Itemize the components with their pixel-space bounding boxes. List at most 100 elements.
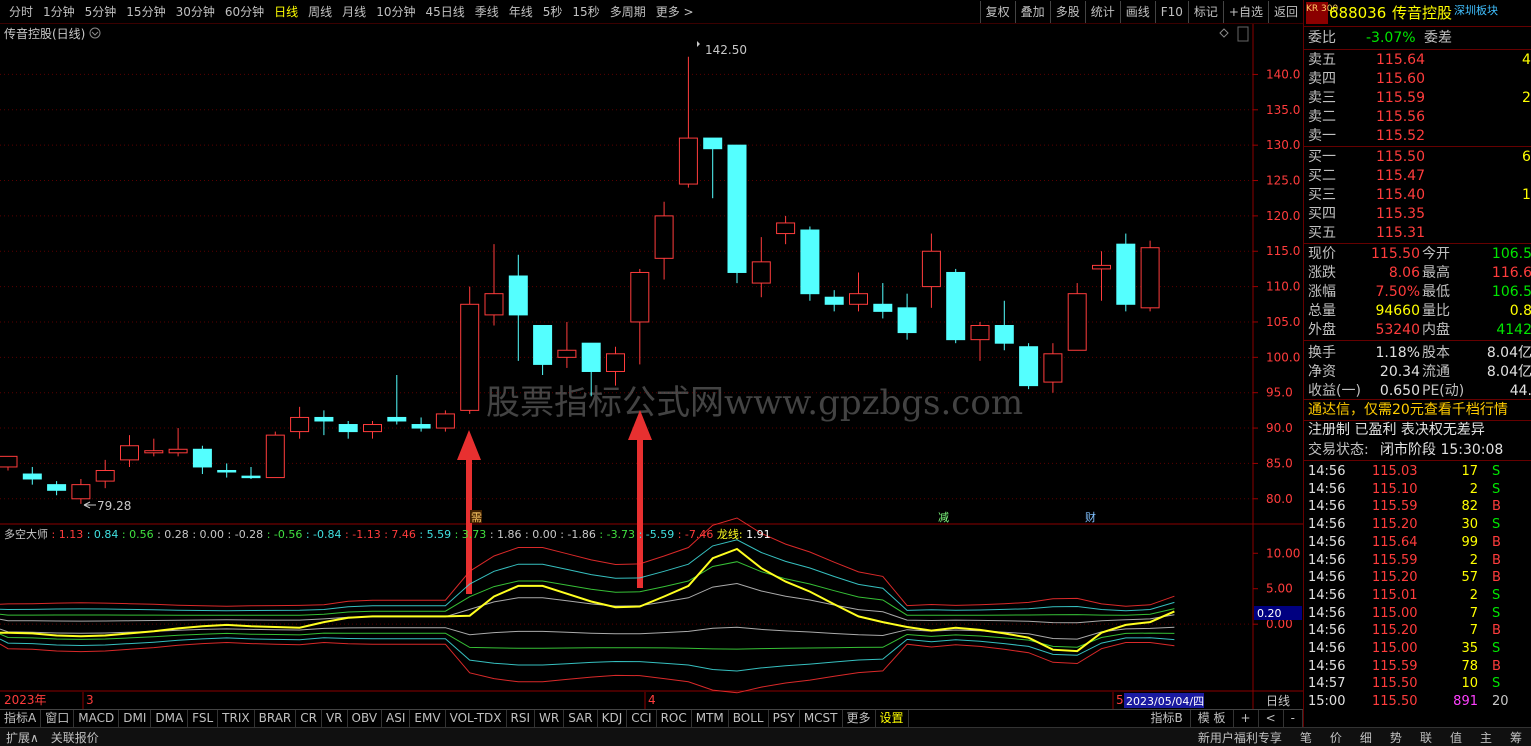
tool-button[interactable]: 复权 (979, 1, 1015, 23)
stat-label: 涨幅 (1308, 284, 1336, 300)
period-tab[interactable]: 45日线 (420, 0, 469, 24)
tool-button[interactable]: 叠加 (1014, 1, 1050, 23)
period-tab[interactable]: 30分钟 (171, 0, 220, 24)
indicator-tab[interactable]: CR (296, 710, 322, 727)
price-tick-label: 120.0 (1266, 209, 1300, 223)
period-tab[interactable]: 日线 (269, 0, 303, 24)
price-tick-label: 140.0 (1266, 67, 1300, 81)
tick-side: S (1492, 676, 1501, 692)
period-tab[interactable]: 分时 (4, 0, 38, 24)
indicator-tab[interactable]: EMV (410, 710, 446, 727)
sector-link[interactable]: 深圳板块 (1454, 1, 1498, 20)
period-tab[interactable]: 1分钟 (38, 0, 80, 24)
status-right-button[interactable]: 势 (1381, 729, 1411, 746)
status-right-button[interactable]: 细 (1351, 729, 1381, 746)
indicator-tab[interactable]: ROC (657, 710, 692, 727)
cursor-date: 2023/05/04/四 (1126, 695, 1204, 708)
tool-button[interactable]: F10 (1154, 1, 1188, 23)
indicator-tab[interactable]: VR (322, 710, 348, 727)
bid-volume: 6 (1522, 149, 1531, 165)
svg-text:2023年: 2023年 (4, 693, 47, 707)
indicator-tab-right-item[interactable]: - (1284, 710, 1303, 727)
period-tab[interactable]: 15秒 (567, 0, 604, 24)
indicator-tab[interactable]: TRIX (218, 710, 255, 727)
ask-price: 115.60 (1376, 71, 1425, 87)
period-tab[interactable]: 周线 (303, 0, 337, 24)
tool-button[interactable]: 画线 (1119, 1, 1155, 23)
price-tick-label: 135.0 (1266, 103, 1300, 117)
indicator-tab[interactable]: OBV (348, 710, 383, 727)
indicator-tab[interactable]: PSY (769, 710, 800, 727)
indicator-tab[interactable]: SAR (564, 710, 598, 727)
indicator-tab[interactable]: MTM (692, 710, 729, 727)
period-tab[interactable]: 5秒 (538, 0, 568, 24)
tool-button[interactable]: 多股 (1049, 1, 1085, 23)
indicator-tab[interactable]: MCST (800, 710, 843, 727)
indicator-tab[interactable]: MACD (74, 710, 120, 727)
indicator-tab[interactable]: CCI (627, 710, 657, 727)
period-tab[interactable]: 多周期 (605, 0, 651, 24)
indicator-tab[interactable]: 设置 (876, 710, 909, 727)
status-right-button[interactable]: 筹 (1501, 729, 1531, 746)
tick-time: 14:56 (1308, 587, 1346, 603)
tool-button[interactable]: 统计 (1084, 1, 1120, 23)
stat-label: 涨跌 (1308, 265, 1336, 281)
period-tab[interactable]: 月线 (337, 0, 371, 24)
tick-price: 115.64 (1372, 534, 1418, 550)
indicator-tab[interactable]: DMI (119, 710, 152, 727)
period-tab[interactable]: 更多 > (651, 0, 699, 24)
indicator-tab[interactable]: KDJ (598, 710, 628, 727)
status-right-button[interactable]: 主 (1471, 729, 1501, 746)
indicator-tab[interactable]: DMA (151, 710, 189, 727)
indicator-tab[interactable]: FSL (188, 710, 219, 727)
tick-volume: 2 (1469, 481, 1478, 497)
indicator-tab[interactable]: VOL-TDX (446, 710, 507, 727)
status-right-button[interactable]: 联 (1411, 729, 1441, 746)
period-tab[interactable]: 15分钟 (121, 0, 170, 24)
period-tab[interactable]: 季线 (470, 0, 504, 24)
promo-banner[interactable]: 通达信，仅需20元查看千档行情 (1308, 401, 1508, 420)
stat-label: 内盘 (1422, 322, 1450, 338)
tool-button[interactable]: 标记 (1187, 1, 1223, 23)
tool-button[interactable]: 返回 (1267, 1, 1303, 23)
indicator-tab[interactable]: BOLL (729, 710, 769, 727)
ask-price: 115.64 (1376, 52, 1425, 68)
quote-panel: KR 300 688036 传音控股 深圳板块 委比 -3.07% 委差 卖五 1… (1303, 0, 1531, 727)
stat-value: 116.6 (1491, 265, 1531, 281)
status-right-button[interactable]: 笔 (1291, 729, 1321, 746)
indicator-tab[interactable]: BRAR (255, 710, 297, 727)
tool-button[interactable]: +自选 (1222, 1, 1268, 23)
period-tab[interactable]: 年线 (504, 0, 538, 24)
indicator-tab[interactable]: WR (535, 710, 565, 727)
status-right-button[interactable]: 新用户福利专享 (1189, 729, 1291, 746)
tick-time: 15:00 (1308, 694, 1346, 710)
period-label: 日线 (1266, 694, 1290, 708)
status-button[interactable]: 扩展∧ (0, 729, 45, 746)
stat-value: 8.04亿 (1486, 345, 1531, 361)
indicator-tab-list: 指标A 窗口 MACD DMI DMA FSL TRIX BRAR CR VR OBV ASI EMV V… (0, 710, 909, 727)
status-button[interactable]: 关联报价 (45, 729, 105, 746)
indicator-tab[interactable]: RSI (507, 710, 536, 727)
indicator-tab-right-item[interactable]: + (1234, 710, 1259, 727)
indicator-tab[interactable]: 窗口 (41, 710, 75, 727)
candle (460, 286, 480, 414)
indicator-tab-right-item[interactable]: < (1259, 710, 1284, 727)
status-right-button[interactable]: 价 (1321, 729, 1351, 746)
indicator-tab[interactable]: 指标A (0, 710, 42, 727)
indicator-tab[interactable]: 更多 (843, 710, 876, 727)
status-right-button[interactable]: 值 (1441, 729, 1471, 746)
indicator-tab-right-item[interactable]: 指标B (1143, 710, 1191, 727)
tick-price: 115.00 (1372, 605, 1418, 621)
bid-volume: 1 (1522, 187, 1531, 203)
period-tab[interactable]: 10分钟 (371, 0, 420, 24)
tick-time: 14:57 (1308, 676, 1346, 692)
period-tab[interactable]: 5分钟 (80, 0, 122, 24)
bid-price: 115.40 (1376, 187, 1425, 203)
tick-side: B (1492, 658, 1501, 674)
weibi-value: -3.07% (1366, 30, 1416, 46)
indicator-tab-right-item[interactable]: 模 板 (1191, 710, 1234, 727)
tick-time: 14:56 (1308, 552, 1346, 568)
chart-area[interactable]: 传音控股(日线) 股票指标公式网www.gpzbgs.com 140.0 135.… (0, 24, 1303, 709)
period-tab[interactable]: 60分钟 (220, 0, 269, 24)
indicator-tab[interactable]: ASI (382, 710, 411, 727)
